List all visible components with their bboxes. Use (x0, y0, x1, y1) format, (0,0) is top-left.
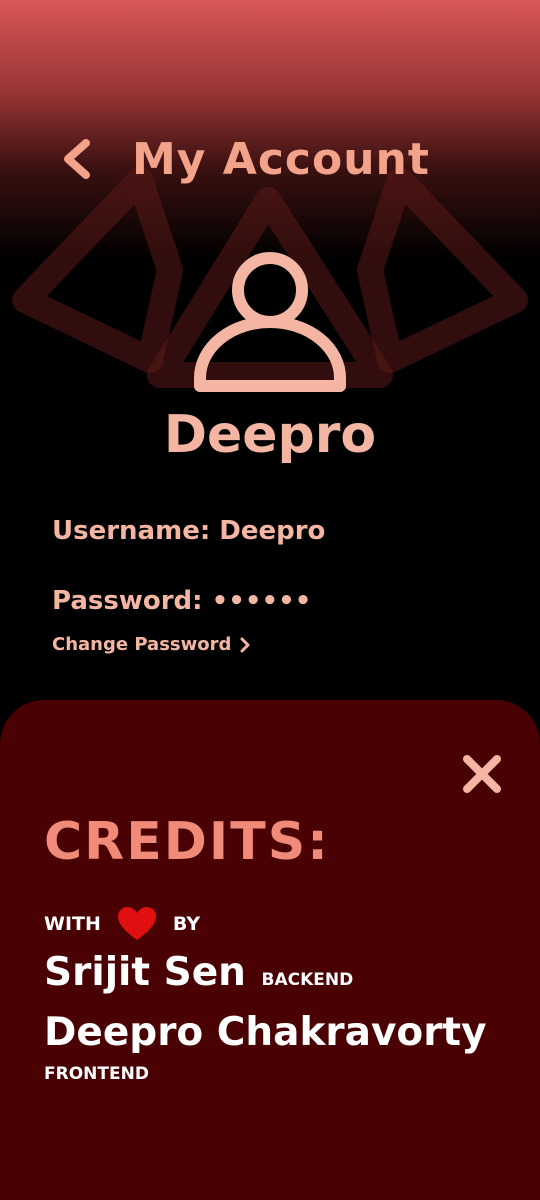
credits-title: CREDITS: (44, 812, 330, 872)
by-label: BY (172, 913, 201, 935)
credits-panel: CREDITS: WITH BY Srijit Sen BACKEND Deep… (0, 700, 540, 1200)
profile-display-name: Deepro (163, 405, 377, 465)
heart-icon (117, 907, 156, 940)
made-with-love-line: WITH BY (44, 904, 200, 944)
change-password-label: Change Password (52, 634, 232, 655)
top-bar: My Account (0, 128, 540, 192)
credit-role: BACKEND (261, 970, 354, 990)
chevron-right-icon (240, 637, 250, 652)
close-button[interactable] (458, 750, 506, 798)
password-text: Password: •••••• (52, 586, 312, 616)
credit-name: Srijit Sen (44, 950, 246, 995)
username-text: Username: Deepro (52, 516, 326, 546)
credit-entry: Srijit Sen BACKEND (44, 950, 353, 995)
credit-role: FRONTEND (44, 1064, 149, 1084)
credit-name: Deepro Chakravorty (44, 1010, 487, 1055)
user-icon (194, 252, 346, 392)
page-title: My Account (132, 134, 430, 185)
chevron-left-icon (64, 139, 90, 179)
credit-entry: Deepro Chakravorty (44, 1010, 487, 1055)
with-label: WITH (44, 913, 101, 935)
close-icon (463, 755, 501, 793)
back-button[interactable] (52, 134, 102, 184)
change-password-link[interactable]: Change Password (52, 634, 251, 655)
